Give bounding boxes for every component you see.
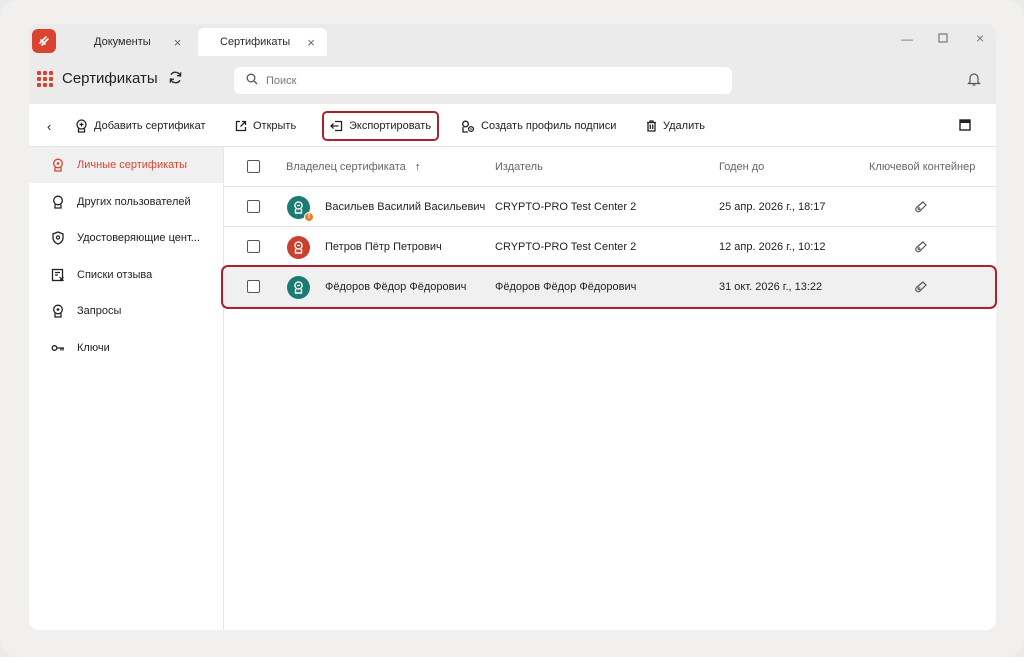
request-icon — [51, 304, 65, 318]
tab-documents[interactable]: Документы × — [77, 28, 199, 56]
panel-layout-icon — [959, 118, 971, 134]
avatar — [287, 276, 310, 299]
tab-certificates[interactable]: Сертификаты × — [198, 28, 327, 56]
bell-icon[interactable] — [967, 71, 981, 90]
maximize-icon[interactable] — [938, 32, 948, 46]
open-button[interactable]: Открыть — [235, 113, 296, 139]
add-certificate-label: Добавить сертификат — [94, 120, 206, 132]
page-title: Сертификаты — [62, 70, 158, 87]
create-signature-profile-button[interactable]: Создать профиль подписи — [461, 113, 616, 139]
sidebar-item-label: Личные сертификаты — [77, 159, 187, 171]
owner-cell: Петров Пётр Петрович — [325, 241, 442, 253]
app-logo-icon — [32, 29, 56, 53]
export-button[interactable]: Экспортировать — [322, 111, 440, 141]
column-header-key-container[interactable]: Ключевой контейнер — [869, 161, 975, 173]
issuer-cell: Фёдоров Фёдор Фёдорович — [495, 281, 637, 293]
key-icon — [51, 341, 65, 355]
sort-arrow-icon: ↑ — [414, 161, 421, 173]
issuer-cell: CRYPTO-PRO Test Center 2 — [495, 241, 637, 253]
row-checkbox[interactable] — [247, 280, 260, 293]
tab-bar: Документы × Сертификаты × — × — [29, 24, 996, 57]
column-header-issuer[interactable]: Издатель — [495, 161, 543, 173]
sidebar: Личные сертификаты Других пользователей … — [29, 147, 224, 630]
table-row[interactable]: Петров Пётр Петрович CRYPTO-PRO Test Cen… — [224, 227, 996, 267]
shield-icon — [51, 231, 65, 245]
add-certificate-button[interactable]: Добавить сертификат — [75, 113, 206, 139]
open-external-icon — [235, 120, 247, 132]
tab-label: Документы — [94, 36, 151, 48]
create-profile-label: Создать профиль подписи — [481, 120, 617, 132]
chevron-left-icon: ‹ — [47, 118, 52, 134]
key-container-icon — [914, 240, 928, 257]
window-close-icon[interactable]: × — [976, 30, 984, 46]
sidebar-item-certificate-authorities[interactable]: Удостоверяющие цент... — [29, 220, 223, 256]
table-header: Владелец сертификата ↑ Издатель Годен до… — [224, 147, 996, 187]
row-checkbox[interactable] — [247, 240, 260, 253]
minimize-icon[interactable]: — — [901, 32, 913, 46]
avatar — [287, 236, 310, 259]
other-users-icon — [51, 195, 65, 209]
column-header-owner[interactable]: Владелец сертификата ↑ — [286, 161, 420, 173]
table-row-selected[interactable]: Фёдоров Фёдор Фёдорович Фёдоров Фёдор Фё… — [221, 265, 997, 309]
key-container-icon — [914, 280, 928, 297]
trash-icon — [646, 120, 657, 132]
main-content: ‹ Добавить сертификат Открыть Экспортиро… — [29, 104, 997, 630]
add-cert-icon — [75, 119, 88, 133]
owner-cell: Фёдоров Фёдор Фёдорович — [325, 281, 467, 293]
revocation-list-icon — [51, 268, 65, 282]
valid-until-cell: 31 окт. 2026 г., 13:22 — [719, 281, 823, 293]
row-checkbox[interactable] — [247, 200, 260, 213]
sidebar-item-personal-certificates[interactable]: Личные сертификаты — [29, 147, 223, 183]
sidebar-item-label: Списки отзыва — [77, 269, 153, 281]
sidebar-item-label: Других пользователей — [77, 196, 191, 208]
toolbar: ‹ Добавить сертификат Открыть Экспортиро… — [29, 104, 996, 147]
valid-until-cell: 25 апр. 2026 г., 18:17 — [719, 201, 826, 213]
sidebar-item-revocation-lists[interactable]: Списки отзыва — [29, 257, 223, 293]
sidebar-item-label: Удостоверяющие цент... — [77, 232, 200, 244]
select-all-checkbox[interactable] — [247, 160, 260, 173]
refresh-icon[interactable] — [168, 70, 183, 89]
search-input[interactable] — [266, 74, 686, 87]
search-icon — [246, 73, 258, 88]
valid-until-cell: 12 апр. 2026 г., 10:12 — [719, 241, 826, 253]
sidebar-item-label: Ключи — [77, 342, 110, 354]
signature-settings-icon — [461, 120, 475, 133]
sidebar-item-other-users[interactable]: Других пользователей — [29, 184, 223, 220]
export-icon — [330, 120, 343, 132]
warning-icon: ! — [304, 212, 314, 222]
sidebar-item-requests[interactable]: Запросы — [29, 293, 223, 329]
key-container-icon — [914, 200, 928, 217]
export-label: Экспортировать — [349, 120, 432, 132]
search-box[interactable] — [234, 67, 732, 94]
sidebar-item-keys[interactable]: Ключи — [29, 330, 223, 366]
column-header-valid-until[interactable]: Годен до — [719, 161, 764, 173]
delete-button[interactable]: Удалить — [646, 113, 705, 139]
avatar: ! — [287, 196, 314, 222]
back-button[interactable]: ‹ — [47, 113, 51, 139]
open-label: Открыть — [253, 120, 297, 132]
panel-toggle-button[interactable] — [959, 113, 971, 139]
close-icon[interactable]: × — [307, 35, 315, 50]
table-row[interactable]: ! Васильев Василий Васильевич CRYPTO-PRO… — [224, 187, 996, 227]
delete-label: Удалить — [663, 120, 705, 132]
close-icon[interactable]: × — [174, 35, 182, 50]
header: Сертификаты — [29, 57, 996, 104]
personal-cert-icon — [51, 158, 65, 172]
apps-grid-icon[interactable] — [37, 71, 53, 87]
app-window: Документы × Сертификаты × — × Сертификат… — [0, 0, 1024, 657]
issuer-cell: CRYPTO-PRO Test Center 2 — [495, 201, 637, 213]
owner-cell: Васильев Василий Васильевич — [325, 201, 486, 213]
tab-label: Сертификаты — [220, 36, 291, 48]
sidebar-item-label: Запросы — [77, 305, 122, 317]
